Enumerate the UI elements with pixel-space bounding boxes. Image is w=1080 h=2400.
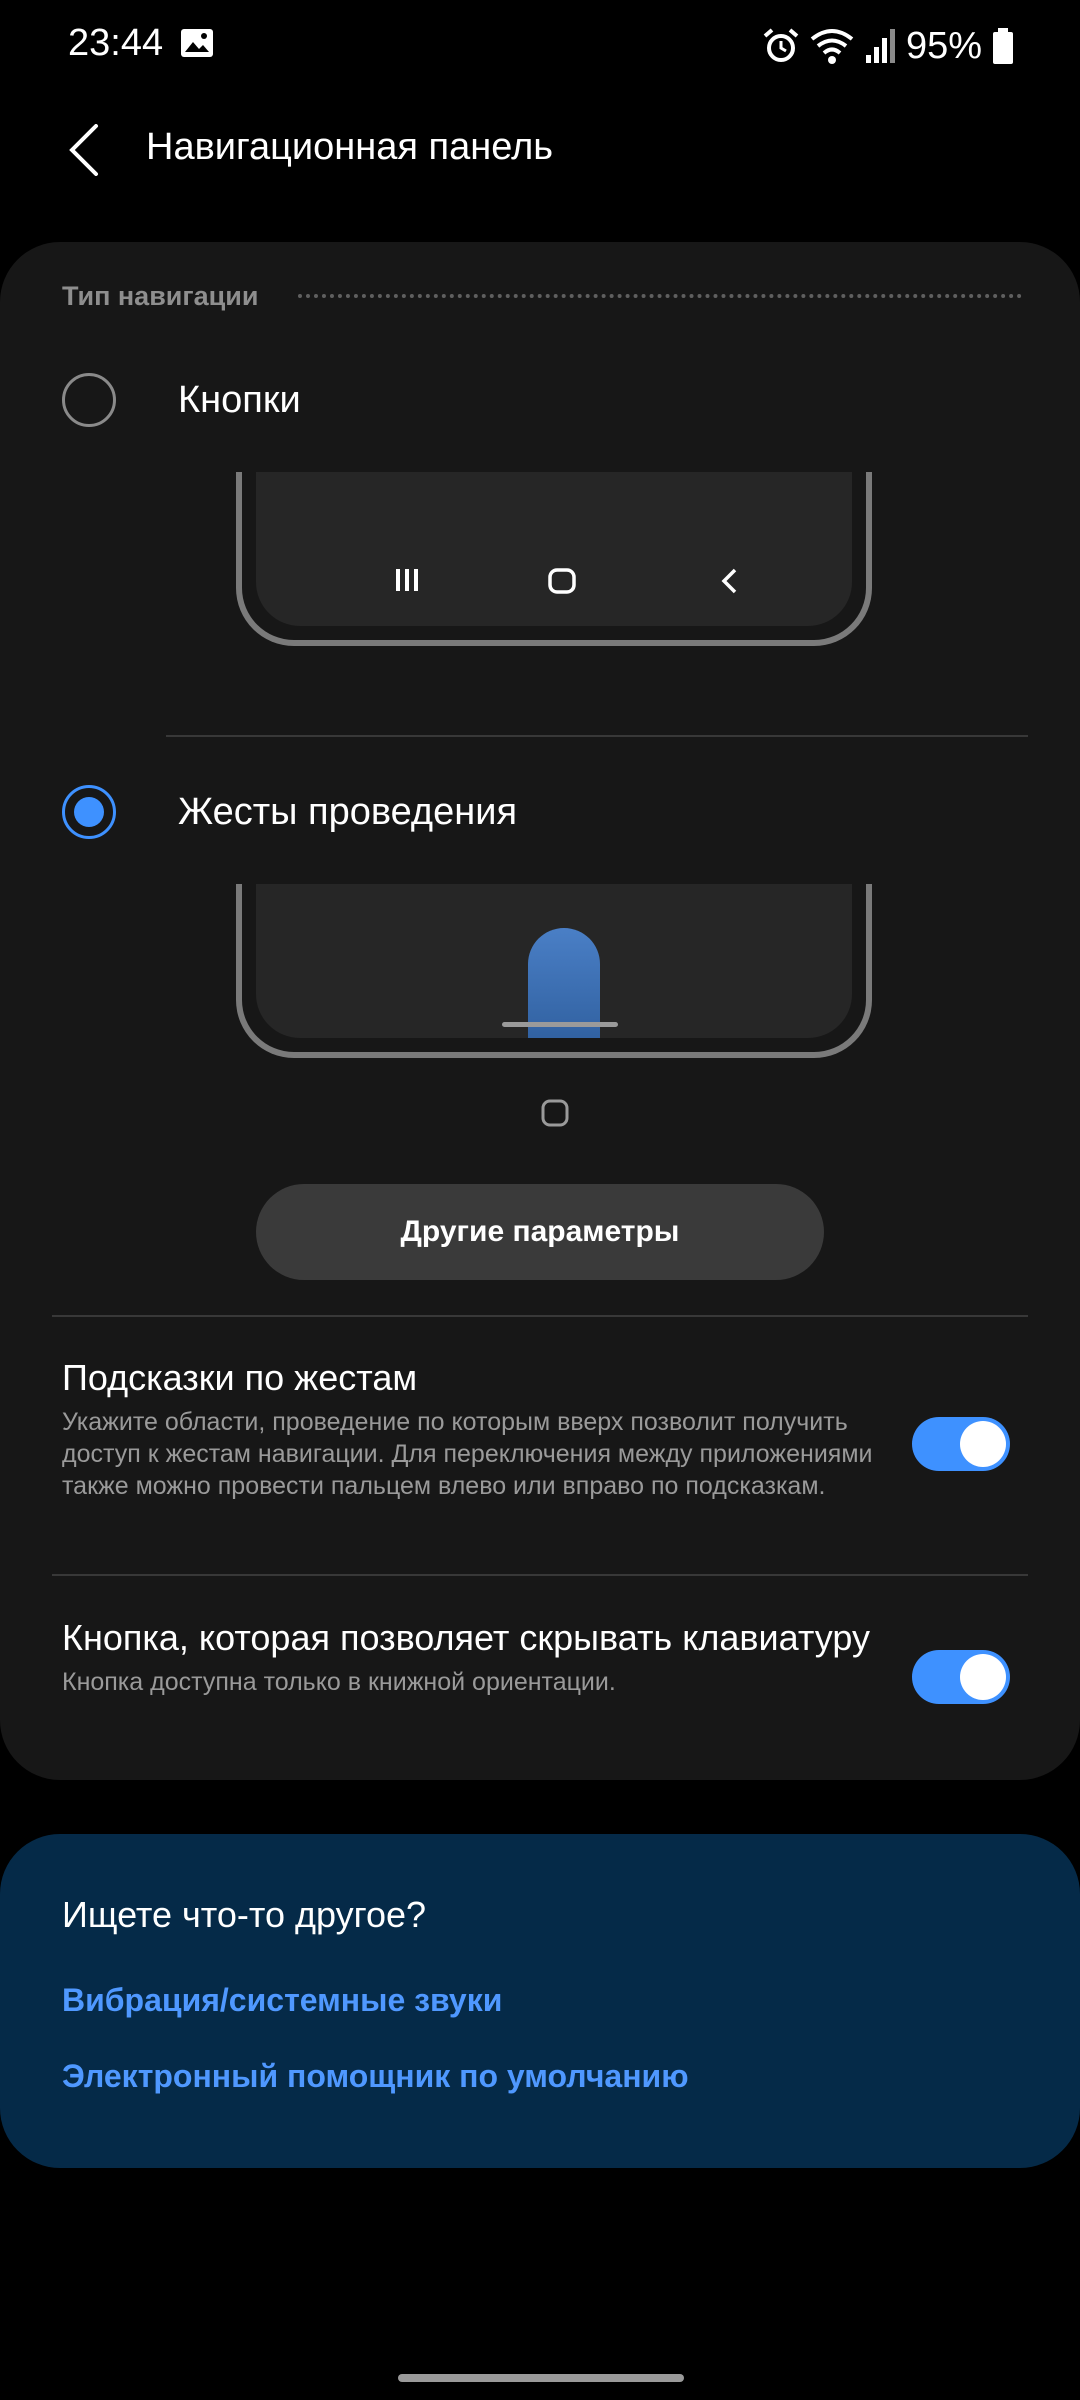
link-default-assistant[interactable]: Электронный помощник по умолчанию xyxy=(62,2058,689,2095)
gesture-hints-toggle[interactable] xyxy=(912,1417,1010,1471)
hide-keyboard-toggle[interactable] xyxy=(912,1650,1010,1704)
radio-buttons[interactable] xyxy=(62,373,116,427)
other-options-button[interactable]: Другие параметры xyxy=(256,1184,824,1280)
radio-swipe-gestures[interactable] xyxy=(62,785,116,839)
hide-keyboard-title: Кнопка, которая позволяет скрывать клави… xyxy=(62,1617,870,1658)
status-bar: 23:44 95% xyxy=(0,0,1080,92)
divider xyxy=(52,1315,1028,1317)
option-buttons[interactable]: Кнопки xyxy=(0,350,1080,450)
back-button[interactable] xyxy=(56,120,112,180)
search-card-title: Ищете что-то другое? xyxy=(62,1894,427,1935)
status-time: 23:44 xyxy=(68,22,164,64)
navigation-settings-card: Тип навигации Кнопки Жесты проведения Др… xyxy=(0,242,1080,1780)
battery-percent: 95% xyxy=(905,24,982,67)
battery-icon xyxy=(993,28,1013,64)
divider xyxy=(166,735,1028,737)
section-dotted-line xyxy=(298,294,1022,298)
toggle-knob xyxy=(960,1421,1006,1467)
signal-icon xyxy=(865,29,895,63)
link-vibration-sounds[interactable]: Вибрация/системные звуки xyxy=(62,1982,502,2019)
gallery-icon xyxy=(181,29,213,57)
option-swipe-gestures[interactable]: Жесты проведения xyxy=(0,762,1080,862)
gesture-hints-title: Подсказки по жестам xyxy=(62,1357,418,1398)
alarm-icon xyxy=(763,28,799,62)
recents-icon xyxy=(396,569,418,591)
app-header: Навигационная панель xyxy=(0,110,1080,190)
section-title: Тип навигации xyxy=(62,280,259,311)
page-title: Навигационная панель xyxy=(146,126,554,168)
home-icon xyxy=(548,568,576,594)
back-nav-icon xyxy=(721,568,737,594)
wifi-icon xyxy=(810,29,854,64)
hide-keyboard-setting[interactable]: Кнопка, которая позволяет скрывать клави… xyxy=(62,1616,882,1698)
hide-keyboard-description: Кнопка доступна только в книжной ориента… xyxy=(62,1668,616,1696)
gesture-hints-description: Укажите области, проведение по которым в… xyxy=(62,1408,873,1500)
home-indicator-preview-icon xyxy=(541,1099,569,1127)
option-label-buttons: Кнопки xyxy=(178,378,301,421)
buttons-preview[interactable] xyxy=(236,472,872,646)
back-chevron-icon xyxy=(69,124,98,176)
section-header: Тип навигации xyxy=(62,276,1022,316)
gesture-hint-bar xyxy=(502,1022,618,1027)
gestures-preview[interactable] xyxy=(236,884,872,1058)
status-icons: 95% xyxy=(762,22,1014,70)
option-label-swipe-gestures: Жесты проведения xyxy=(178,790,518,833)
toggle-knob xyxy=(960,1654,1006,1700)
looking-for-something-else-card: Ищете что-то другое? Вибрация/системные … xyxy=(0,1834,1080,2168)
divider xyxy=(52,1574,1028,1576)
gesture-hints-setting[interactable]: Подсказки по жестам Укажите области, про… xyxy=(62,1356,882,1502)
system-gesture-bar[interactable] xyxy=(398,2374,684,2382)
